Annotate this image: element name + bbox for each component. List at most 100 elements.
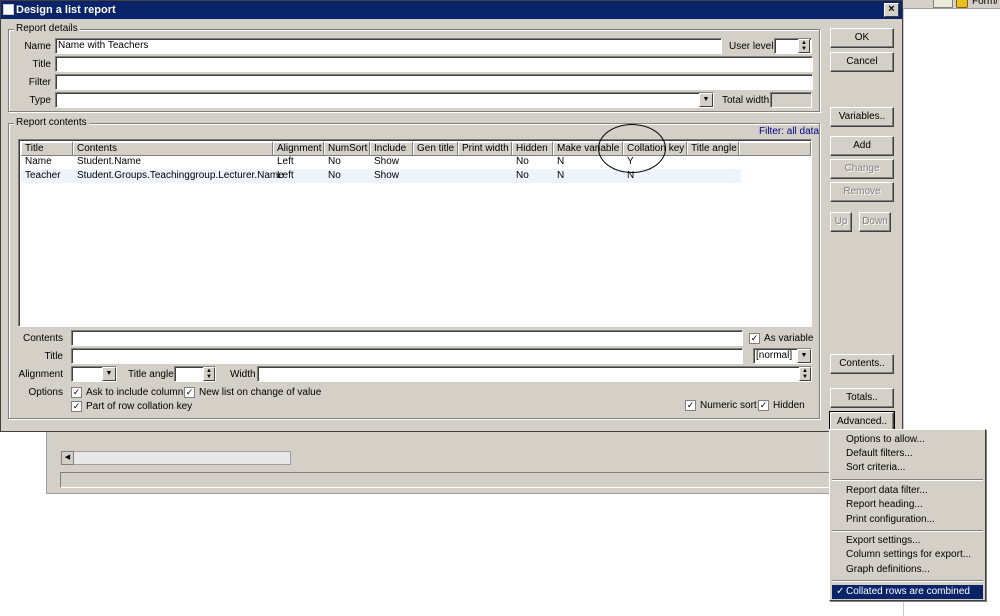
chevron-down-icon[interactable]: ▼: [699, 93, 713, 107]
ask-include-checkbox[interactable]: ✓: [71, 387, 82, 398]
report-columns-list[interactable]: Title Contents Alignment NumSort Include…: [18, 139, 812, 327]
report-contents-label: Report contents: [14, 117, 89, 128]
row-collation-label: Part of row collation key: [86, 401, 193, 412]
menu-item-report-heading[interactable]: Report heading...: [832, 498, 983, 512]
width-spinner[interactable]: ▲ ▼: [799, 367, 811, 381]
cell-alignment: Left: [277, 170, 294, 181]
new-list-checkbox[interactable]: ✓: [184, 387, 195, 398]
column-header-title-angle[interactable]: Title angle: [687, 142, 739, 156]
cell-numsort: No: [328, 156, 341, 167]
options-label: Options: [28, 387, 63, 398]
title-angle-spinner[interactable]: ▲ ▼: [203, 367, 215, 381]
dialog-title: Design a list report: [16, 4, 116, 16]
menu-item-column-settings-export[interactable]: Column settings for export...: [832, 548, 983, 562]
cell-include: Show: [374, 156, 400, 167]
total-width-field: [770, 92, 812, 108]
totals-button[interactable]: Totals..: [830, 388, 894, 408]
name-label: Name: [24, 41, 51, 52]
annotation-circle: [598, 124, 666, 173]
background-horizontal-scrollbar[interactable]: [61, 451, 291, 465]
spin-down-icon: ▼: [802, 374, 808, 380]
numeric-sort-checkbox[interactable]: ✓: [685, 400, 696, 411]
checkmark-icon: ✓: [686, 400, 695, 410]
name-input[interactable]: Name with Teachers: [55, 38, 722, 54]
column-header-alignment[interactable]: Alignment: [273, 142, 324, 156]
design-list-report-dialog: Design a list report × Report details Na…: [0, 0, 903, 433]
variables-button[interactable]: Variables..: [830, 107, 894, 127]
cancel-button[interactable]: Cancel: [830, 52, 894, 72]
form-icon[interactable]: [956, 0, 968, 8]
spin-down-icon: ▼: [206, 374, 212, 380]
menu-item-report-data-filter[interactable]: Report data filter...: [832, 484, 983, 498]
ok-button[interactable]: OK: [830, 28, 894, 48]
close-icon: ×: [888, 3, 895, 15]
user-level-spinner[interactable]: ▲ ▼: [798, 39, 810, 53]
checkmark-icon: ✓: [72, 387, 81, 397]
column-title-input[interactable]: [71, 348, 743, 364]
chevron-down-icon[interactable]: ▼: [797, 349, 811, 363]
menu-item-label: Collated rows are combined: [846, 586, 970, 597]
checkmark-icon: ✓: [759, 400, 768, 410]
column-header-numsort[interactable]: NumSort: [324, 142, 370, 156]
title-label: Title: [32, 59, 51, 70]
dialog-titlebar[interactable]: Design a list report ×: [1, 1, 902, 19]
menu-item-export-settings[interactable]: Export settings...: [832, 534, 983, 548]
title-angle-label: Title angle: [128, 369, 174, 380]
column-header-empty: [739, 142, 811, 156]
column-header-contents[interactable]: Contents: [73, 142, 273, 156]
title-input[interactable]: [55, 56, 813, 72]
chevron-down-icon[interactable]: ▼: [102, 367, 116, 381]
advanced-menu: Options to allow... Default filters... S…: [829, 429, 986, 601]
total-width-label: Total width: [722, 95, 770, 106]
as-variable-checkbox[interactable]: ✓: [749, 333, 760, 344]
column-header-print-width[interactable]: Print width: [458, 142, 512, 156]
new-list-label: New list on change of value: [199, 387, 322, 398]
menu-item-graph-definitions[interactable]: Graph definitions...: [832, 563, 983, 577]
column-header-hidden[interactable]: Hidden: [512, 142, 553, 156]
menu-item-options-to-allow[interactable]: Options to allow...: [832, 433, 983, 447]
hidden-checkbox[interactable]: ✓: [758, 400, 769, 411]
up-button[interactable]: Up: [830, 212, 852, 232]
remove-button[interactable]: Remove: [830, 182, 894, 202]
row-collation-checkbox[interactable]: ✓: [71, 401, 82, 412]
checkmark-icon: ✓: [72, 401, 81, 411]
add-button[interactable]: Add: [830, 136, 894, 156]
width-label: Width: [230, 369, 256, 380]
cell-numsort: No: [328, 170, 341, 181]
filter-input[interactable]: [55, 74, 813, 90]
change-button[interactable]: Change: [830, 159, 894, 179]
column-header-include[interactable]: Include: [370, 142, 413, 156]
menu-separator: [832, 580, 983, 582]
contents-button[interactable]: Contents..: [830, 354, 894, 374]
menu-item-collated-rows-combined[interactable]: ✓ Collated rows are combined: [832, 585, 983, 599]
menu-item-default-filters[interactable]: Default filters...: [832, 447, 983, 461]
width-input[interactable]: [257, 366, 812, 382]
column-contents-input[interactable]: [71, 330, 743, 346]
background-window-text: Form/: [972, 0, 999, 7]
checkmark-icon: ✓: [185, 387, 194, 397]
type-select[interactable]: [55, 92, 714, 108]
cell-title: Name: [25, 156, 52, 167]
cell-make-variable: N: [557, 170, 565, 181]
close-button[interactable]: ×: [884, 3, 899, 17]
cell-contents: Student.Name: [77, 156, 141, 167]
checkmark-icon: ✓: [836, 586, 845, 597]
filter-status[interactable]: Filter: all data: [759, 126, 819, 138]
down-button[interactable]: Down: [859, 212, 891, 232]
report-details-label: Report details: [14, 23, 80, 34]
menu-item-print-configuration[interactable]: Print configuration...: [832, 513, 983, 527]
cell-include: Show: [374, 170, 400, 181]
user-level-label: User level: [729, 41, 774, 52]
cell-contents: Student.Groups.Teachinggroup.Lecturer.Na…: [77, 170, 284, 181]
column-header-title[interactable]: Title: [21, 142, 73, 156]
type-label: Type: [29, 95, 51, 106]
checkmark-icon: ✓: [750, 333, 759, 343]
column-header-gen-title[interactable]: Gen title: [413, 142, 458, 156]
scroll-left-icon[interactable]: ◀: [61, 451, 74, 465]
column-contents-label: Contents: [22, 333, 63, 344]
menu-separator: [832, 530, 983, 532]
background-dropdown[interactable]: [933, 0, 953, 8]
ask-include-label: Ask to include column: [86, 387, 184, 398]
cell-title: Teacher: [25, 170, 61, 181]
menu-item-sort-criteria[interactable]: Sort criteria...: [832, 461, 983, 475]
